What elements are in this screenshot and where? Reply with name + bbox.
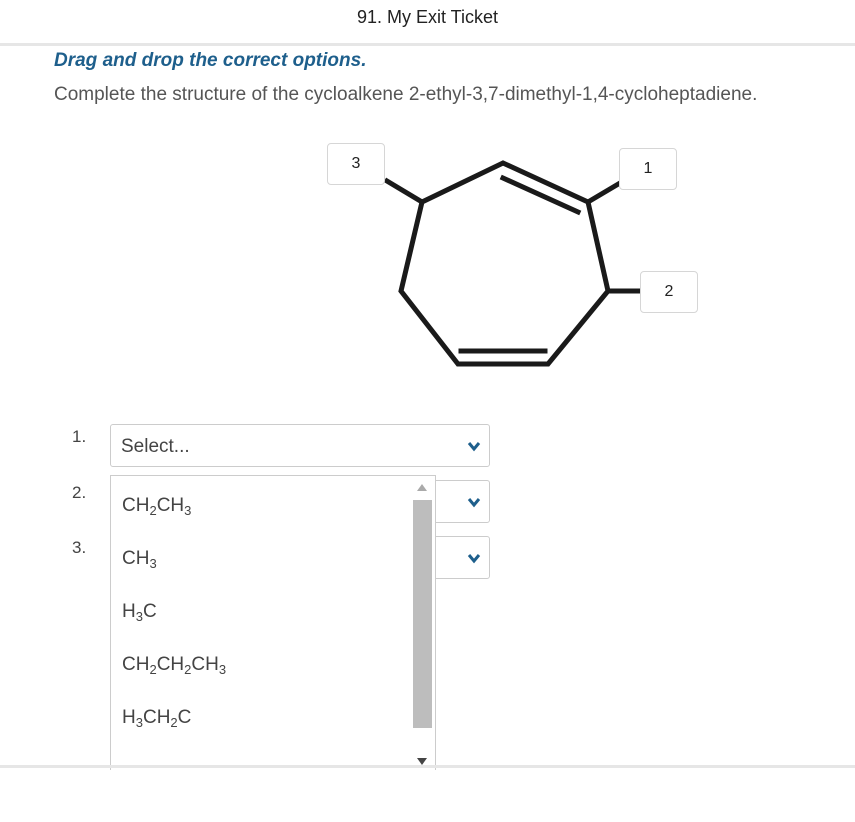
formula-text: CH [191,654,219,675]
dropdown-option[interactable]: H3C [122,601,157,623]
substituent-bond-3 [383,177,426,206]
dropdown-option[interactable]: H3CH2C [122,707,191,729]
subscript: 3 [135,715,143,730]
formula-text: CH [142,707,171,728]
scroll-down-arrow-icon[interactable] [417,758,427,765]
row-number-3: 3. [72,538,87,557]
scroll-thumb[interactable] [413,500,432,728]
ring-bonds [398,160,611,367]
subscript: 3 [184,503,192,518]
row-number-2: 2. [72,483,87,502]
subscript: 3 [218,662,227,677]
subscript: 3 [135,609,143,624]
formula-text: CH [122,548,150,569]
formula-text: CH [122,654,150,675]
substituent-bond-1 [584,179,624,206]
formula-text: C [142,601,157,622]
chevron-down-icon [467,554,481,564]
subscript: 3 [149,556,157,571]
chevron-down-icon [467,442,481,452]
chevron-down-icon [467,498,481,508]
formula-text: C [177,707,192,728]
drop-target-2[interactable]: 2 [640,271,698,313]
dropdown-list[interactable]: CH2CH3 CH3 H3C CH2CH2CH3 H3CH2C [110,475,436,770]
row-number-1: 1. [72,427,87,446]
subscript: 2 [149,503,157,518]
subscript: 2 [149,662,157,677]
dropdown-option[interactable]: CH2CH3 [122,495,191,517]
dropdown-option[interactable]: CH2CH2CH3 [122,654,226,676]
formula-text: CH [122,495,150,516]
formula-text: CH [156,654,185,675]
dropdown-option[interactable]: CH3 [122,548,157,570]
cycloheptadiene-structure [383,160,644,367]
drop-target-3[interactable]: 3 [327,143,385,185]
footer-divider [0,765,855,768]
answer-select-1[interactable]: Select... [110,424,490,467]
formula-text: CH [156,495,185,516]
scroll-up-arrow-icon[interactable] [417,484,427,491]
drop-target-1[interactable]: 1 [619,148,677,190]
formula-text: H [122,707,136,728]
subscript: 2 [170,715,178,730]
select-value-1: Select... [121,436,190,457]
dropdown-scrollbar[interactable] [411,476,434,770]
formula-text: H [122,601,136,622]
